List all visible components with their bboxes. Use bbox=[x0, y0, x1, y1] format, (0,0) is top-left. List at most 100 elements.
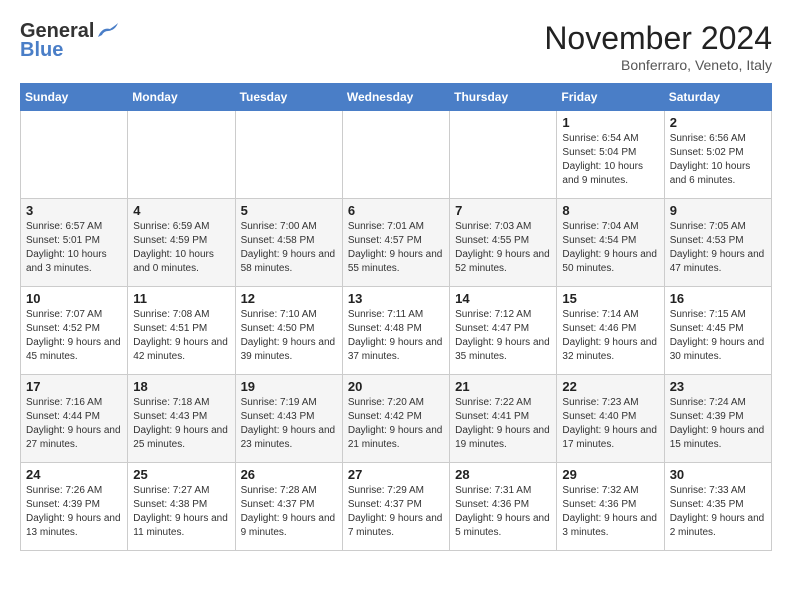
day-number: 21 bbox=[455, 379, 551, 394]
day-number: 26 bbox=[241, 467, 337, 482]
header-thursday: Thursday bbox=[450, 84, 557, 111]
day-number: 6 bbox=[348, 203, 444, 218]
calendar-cell bbox=[235, 111, 342, 199]
day-info: Sunrise: 7:04 AM Sunset: 4:54 PM Dayligh… bbox=[562, 220, 658, 276]
calendar-cell: 5 Sunrise: 7:00 AM Sunset: 4:58 PM Daylig… bbox=[235, 199, 342, 287]
day-info: Sunrise: 7:08 AM Sunset: 4:51 PM Dayligh… bbox=[133, 308, 229, 364]
calendar-cell bbox=[342, 111, 449, 199]
logo-bird-icon bbox=[96, 23, 118, 41]
day-info: Sunrise: 7:05 AM Sunset: 4:53 PM Dayligh… bbox=[670, 220, 766, 276]
header-tuesday: Tuesday bbox=[235, 84, 342, 111]
day-number: 29 bbox=[562, 467, 658, 482]
calendar-cell: 2 Sunrise: 6:56 AM Sunset: 5:02 PM Daylig… bbox=[664, 111, 771, 199]
day-number: 7 bbox=[455, 203, 551, 218]
page-header: General Blue November 2024 Bonferraro, V… bbox=[20, 20, 772, 73]
day-number: 2 bbox=[670, 115, 766, 130]
day-info: Sunrise: 7:23 AM Sunset: 4:40 PM Dayligh… bbox=[562, 396, 658, 452]
day-info: Sunrise: 7:15 AM Sunset: 4:45 PM Dayligh… bbox=[670, 308, 766, 364]
day-info: Sunrise: 6:54 AM Sunset: 5:04 PM Dayligh… bbox=[562, 132, 658, 188]
calendar-cell bbox=[21, 111, 128, 199]
day-number: 27 bbox=[348, 467, 444, 482]
day-number: 9 bbox=[670, 203, 766, 218]
day-number: 15 bbox=[562, 291, 658, 306]
month-year: November 2024 bbox=[544, 20, 772, 57]
calendar-cell: 27 Sunrise: 7:29 AM Sunset: 4:37 PM Dayli… bbox=[342, 463, 449, 551]
header-sunday: Sunday bbox=[21, 84, 128, 111]
day-info: Sunrise: 7:28 AM Sunset: 4:37 PM Dayligh… bbox=[241, 484, 337, 540]
day-info: Sunrise: 7:11 AM Sunset: 4:48 PM Dayligh… bbox=[348, 308, 444, 364]
calendar-cell: 12 Sunrise: 7:10 AM Sunset: 4:50 PM Dayli… bbox=[235, 287, 342, 375]
calendar-cell: 19 Sunrise: 7:19 AM Sunset: 4:43 PM Dayli… bbox=[235, 375, 342, 463]
logo: General Blue bbox=[20, 20, 118, 62]
day-number: 4 bbox=[133, 203, 229, 218]
header-friday: Friday bbox=[557, 84, 664, 111]
day-info: Sunrise: 7:22 AM Sunset: 4:41 PM Dayligh… bbox=[455, 396, 551, 452]
calendar-cell: 7 Sunrise: 7:03 AM Sunset: 4:55 PM Daylig… bbox=[450, 199, 557, 287]
calendar-week-row: 24 Sunrise: 7:26 AM Sunset: 4:39 PM Dayli… bbox=[21, 463, 772, 551]
day-number: 28 bbox=[455, 467, 551, 482]
calendar-cell: 22Sunrise: 7:23 AM Sunset: 4:40 PM Dayli… bbox=[557, 375, 664, 463]
calendar-cell: 14Sunrise: 7:12 AM Sunset: 4:47 PM Dayli… bbox=[450, 287, 557, 375]
calendar-cell: 17 Sunrise: 7:16 AM Sunset: 4:44 PM Dayli… bbox=[21, 375, 128, 463]
day-info: Sunrise: 6:56 AM Sunset: 5:02 PM Dayligh… bbox=[670, 132, 766, 188]
calendar-cell: 10 Sunrise: 7:07 AM Sunset: 4:52 PM Dayli… bbox=[21, 287, 128, 375]
day-number: 11 bbox=[133, 291, 229, 306]
day-number: 1 bbox=[562, 115, 658, 130]
calendar-cell bbox=[128, 111, 235, 199]
calendar-cell: 21 Sunrise: 7:22 AM Sunset: 4:41 PM Dayli… bbox=[450, 375, 557, 463]
calendar-cell: 16 Sunrise: 7:15 AM Sunset: 4:45 PM Dayli… bbox=[664, 287, 771, 375]
day-number: 12 bbox=[241, 291, 337, 306]
header-wednesday: Wednesday bbox=[342, 84, 449, 111]
calendar-cell: 20 Sunrise: 7:20 AM Sunset: 4:42 PM Dayli… bbox=[342, 375, 449, 463]
day-number: 23 bbox=[670, 379, 766, 394]
day-number: 14 bbox=[455, 291, 551, 306]
calendar-header-row: SundayMondayTuesdayWednesdayThursdayFrid… bbox=[21, 84, 772, 111]
day-info: Sunrise: 7:20 AM Sunset: 4:42 PM Dayligh… bbox=[348, 396, 444, 452]
calendar-cell: 6Sunrise: 7:01 AM Sunset: 4:57 PM Daylig… bbox=[342, 199, 449, 287]
calendar-week-row: 17 Sunrise: 7:16 AM Sunset: 4:44 PM Dayli… bbox=[21, 375, 772, 463]
location: Bonferraro, Veneto, Italy bbox=[544, 57, 772, 73]
day-number: 16 bbox=[670, 291, 766, 306]
calendar-cell: 30Sunrise: 7:33 AM Sunset: 4:35 PM Dayli… bbox=[664, 463, 771, 551]
day-info: Sunrise: 7:19 AM Sunset: 4:43 PM Dayligh… bbox=[241, 396, 337, 452]
calendar-week-row: 1 Sunrise: 6:54 AM Sunset: 5:04 PM Daylig… bbox=[21, 111, 772, 199]
day-info: Sunrise: 7:33 AM Sunset: 4:35 PM Dayligh… bbox=[670, 484, 766, 540]
day-info: Sunrise: 7:27 AM Sunset: 4:38 PM Dayligh… bbox=[133, 484, 229, 540]
header-monday: Monday bbox=[128, 84, 235, 111]
title-block: November 2024 Bonferraro, Veneto, Italy bbox=[544, 20, 772, 73]
calendar-cell: 3Sunrise: 6:57 AM Sunset: 5:01 PM Daylig… bbox=[21, 199, 128, 287]
calendar-cell: 13 Sunrise: 7:11 AM Sunset: 4:48 PM Dayli… bbox=[342, 287, 449, 375]
day-info: Sunrise: 7:00 AM Sunset: 4:58 PM Dayligh… bbox=[241, 220, 337, 276]
calendar-week-row: 10 Sunrise: 7:07 AM Sunset: 4:52 PM Dayli… bbox=[21, 287, 772, 375]
day-number: 20 bbox=[348, 379, 444, 394]
logo-blue: Blue bbox=[20, 39, 118, 62]
calendar-cell: 28Sunrise: 7:31 AM Sunset: 4:36 PM Dayli… bbox=[450, 463, 557, 551]
day-info: Sunrise: 7:16 AM Sunset: 4:44 PM Dayligh… bbox=[26, 396, 122, 452]
day-number: 25 bbox=[133, 467, 229, 482]
day-number: 18 bbox=[133, 379, 229, 394]
calendar-week-row: 3Sunrise: 6:57 AM Sunset: 5:01 PM Daylig… bbox=[21, 199, 772, 287]
calendar-cell bbox=[450, 111, 557, 199]
day-number: 10 bbox=[26, 291, 122, 306]
calendar-cell: 23Sunrise: 7:24 AM Sunset: 4:39 PM Dayli… bbox=[664, 375, 771, 463]
day-number: 5 bbox=[241, 203, 337, 218]
calendar-cell: 9 Sunrise: 7:05 AM Sunset: 4:53 PM Daylig… bbox=[664, 199, 771, 287]
calendar-cell: 11 Sunrise: 7:08 AM Sunset: 4:51 PM Dayli… bbox=[128, 287, 235, 375]
day-number: 19 bbox=[241, 379, 337, 394]
day-number: 8 bbox=[562, 203, 658, 218]
calendar-cell: 8 Sunrise: 7:04 AM Sunset: 4:54 PM Daylig… bbox=[557, 199, 664, 287]
day-info: Sunrise: 7:07 AM Sunset: 4:52 PM Dayligh… bbox=[26, 308, 122, 364]
day-number: 17 bbox=[26, 379, 122, 394]
header-saturday: Saturday bbox=[664, 84, 771, 111]
calendar-cell: 26 Sunrise: 7:28 AM Sunset: 4:37 PM Dayli… bbox=[235, 463, 342, 551]
day-number: 3 bbox=[26, 203, 122, 218]
day-info: Sunrise: 7:10 AM Sunset: 4:50 PM Dayligh… bbox=[241, 308, 337, 364]
day-info: Sunrise: 7:32 AM Sunset: 4:36 PM Dayligh… bbox=[562, 484, 658, 540]
day-info: Sunrise: 7:14 AM Sunset: 4:46 PM Dayligh… bbox=[562, 308, 658, 364]
day-info: Sunrise: 7:26 AM Sunset: 4:39 PM Dayligh… bbox=[26, 484, 122, 540]
day-number: 13 bbox=[348, 291, 444, 306]
day-info: Sunrise: 7:29 AM Sunset: 4:37 PM Dayligh… bbox=[348, 484, 444, 540]
calendar-cell: 15 Sunrise: 7:14 AM Sunset: 4:46 PM Dayli… bbox=[557, 287, 664, 375]
day-number: 24 bbox=[26, 467, 122, 482]
day-info: Sunrise: 7:03 AM Sunset: 4:55 PM Dayligh… bbox=[455, 220, 551, 276]
